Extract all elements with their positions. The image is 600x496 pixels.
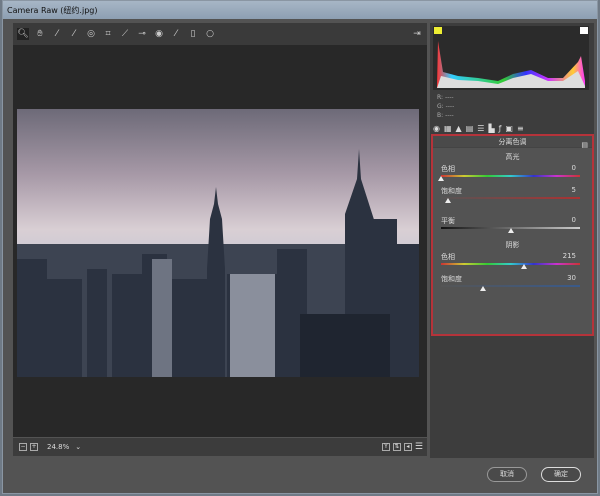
slider-thumb[interactable] (507, 228, 514, 233)
highlights-heading: 高光 (505, 153, 520, 161)
right-panel: R: ---- G: ---- B: ---- ◉ ▦ ▲ ▤ ☰ ▙ ƒ ▣ … (430, 23, 594, 458)
straighten-icon[interactable]: ⟋ (119, 28, 131, 40)
split-toning-tab-icon[interactable]: ☰ (477, 123, 484, 134)
slider-value[interactable]: 5 (572, 186, 576, 194)
highlights-hue-slider[interactable]: 色相 0 (433, 162, 592, 184)
swap-settings-icon[interactable]: ⇅ (392, 443, 401, 451)
highlights-saturation-slider[interactable]: 饱和度 5 (433, 184, 592, 206)
slider-label: 平衡 (441, 217, 455, 225)
split-toning-panel: 分离色调 ▤ 高光 色相 0 饱和度 5 平衡 0 阴影 色相 215 饱和度 … (431, 134, 594, 336)
r-label: R: (437, 94, 444, 101)
lens-corrections-tab-icon[interactable]: ▙ (488, 123, 494, 134)
copy-settings-icon[interactable]: ◂ (403, 443, 412, 451)
shadows-saturation-slider[interactable]: 饱和度 30 (433, 272, 592, 294)
target-adjust-icon[interactable]: ◎ (85, 28, 97, 40)
graduated-filter-icon[interactable]: ▯ (187, 28, 199, 40)
effects-tab-icon[interactable]: ƒ (499, 123, 502, 134)
slider-thumb[interactable] (444, 198, 451, 203)
r-value: ---- (444, 94, 454, 101)
white-balance-icon[interactable]: ⁄ (51, 28, 63, 40)
ok-button[interactable]: 确定 (541, 467, 581, 482)
preview-image (17, 109, 419, 377)
preview-area (13, 45, 427, 437)
panel-menu-icon[interactable]: ▤ (581, 139, 588, 151)
camera-raw-window: Camera Raw (纽约.jpg) 🔍︎ ✋︎ ⁄ ⁄ ◎ ⌗ ⟋ ⊸ ◉ … (2, 0, 598, 494)
zoom-in-button[interactable]: + (30, 443, 38, 451)
slider-value[interactable]: 0 (572, 216, 576, 224)
color-sampler-icon[interactable]: ⁄ (68, 28, 80, 40)
panel-tabs: ◉ ▦ ▲ ▤ ☰ ▙ ƒ ▣ ≡ (430, 123, 594, 134)
detail-tab-icon[interactable]: ▲ (456, 123, 462, 134)
g-label: G: (437, 103, 444, 110)
hsl-tab-icon[interactable]: ▤ (466, 123, 474, 134)
slider-value[interactable]: 30 (567, 274, 576, 282)
slider-value[interactable]: 215 (563, 252, 576, 260)
basic-tab-icon[interactable]: ◉ (433, 123, 440, 134)
balance-slider[interactable]: 平衡 0 (433, 214, 592, 236)
toggle-settings-icon[interactable]: ☰ (415, 442, 423, 452)
zoom-icon[interactable]: 🔍︎ (17, 28, 29, 40)
crop-icon[interactable]: ⌗ (102, 28, 114, 40)
cancel-button[interactable]: 取消 (487, 467, 527, 482)
shadows-hue-slider[interactable]: 色相 215 (433, 250, 592, 272)
slider-label: 饱和度 (441, 275, 462, 283)
histogram-graph (434, 27, 588, 88)
panel-title: 分离色调 ▤ (433, 136, 592, 151)
camera-calibration-tab-icon[interactable]: ▣ (505, 123, 513, 134)
spot-removal-icon[interactable]: ⊸ (136, 28, 148, 40)
toolbar: 🔍︎ ✋︎ ⁄ ⁄ ◎ ⌗ ⟋ ⊸ ◉ ⁄ ▯ ○ ⇥ (13, 23, 427, 45)
hand-icon[interactable]: ✋︎ (34, 28, 46, 40)
before-after-icon[interactable]: Y (381, 443, 390, 451)
slider-thumb[interactable] (479, 286, 486, 291)
preview-status-bar: − + 24.8% ⌄ Y ⇅ ◂ ☰ (13, 438, 427, 456)
b-value: ---- (445, 112, 454, 119)
city-skyline-image (17, 149, 419, 377)
b-label: B: (437, 112, 444, 119)
radial-filter-icon[interactable]: ○ (204, 28, 216, 40)
slider-track[interactable] (441, 285, 580, 287)
panel-title-text: 分离色调 (498, 138, 527, 146)
g-value: ---- (445, 103, 455, 110)
adjustment-brush-icon[interactable]: ⁄ (170, 28, 182, 40)
presets-tab-icon[interactable]: ≡ (517, 123, 524, 134)
shadows-heading: 阴影 (505, 241, 520, 249)
tone-curve-tab-icon[interactable]: ▦ (444, 123, 452, 134)
slider-thumb[interactable] (521, 264, 528, 269)
slider-track[interactable] (441, 175, 580, 177)
red-eye-icon[interactable]: ◉ (153, 28, 165, 40)
slider-track[interactable] (441, 197, 580, 199)
rgb-readout: R: ---- G: ---- B: ---- (433, 91, 493, 119)
histogram (433, 26, 589, 90)
open-preferences-icon[interactable]: ⇥ (411, 28, 423, 40)
slider-label: 色相 (441, 165, 455, 173)
zoom-dropdown-chevron-icon[interactable]: ⌄ (75, 443, 81, 451)
zoom-level[interactable]: 24.8% (47, 443, 69, 451)
slider-label: 色相 (441, 253, 455, 261)
zoom-out-button[interactable]: − (19, 443, 27, 451)
slider-label: 饱和度 (441, 187, 462, 195)
title-bar: Camera Raw (纽约.jpg) (3, 1, 597, 19)
slider-thumb[interactable] (438, 176, 444, 181)
slider-track[interactable] (441, 263, 580, 265)
slider-value[interactable]: 0 (572, 164, 576, 172)
